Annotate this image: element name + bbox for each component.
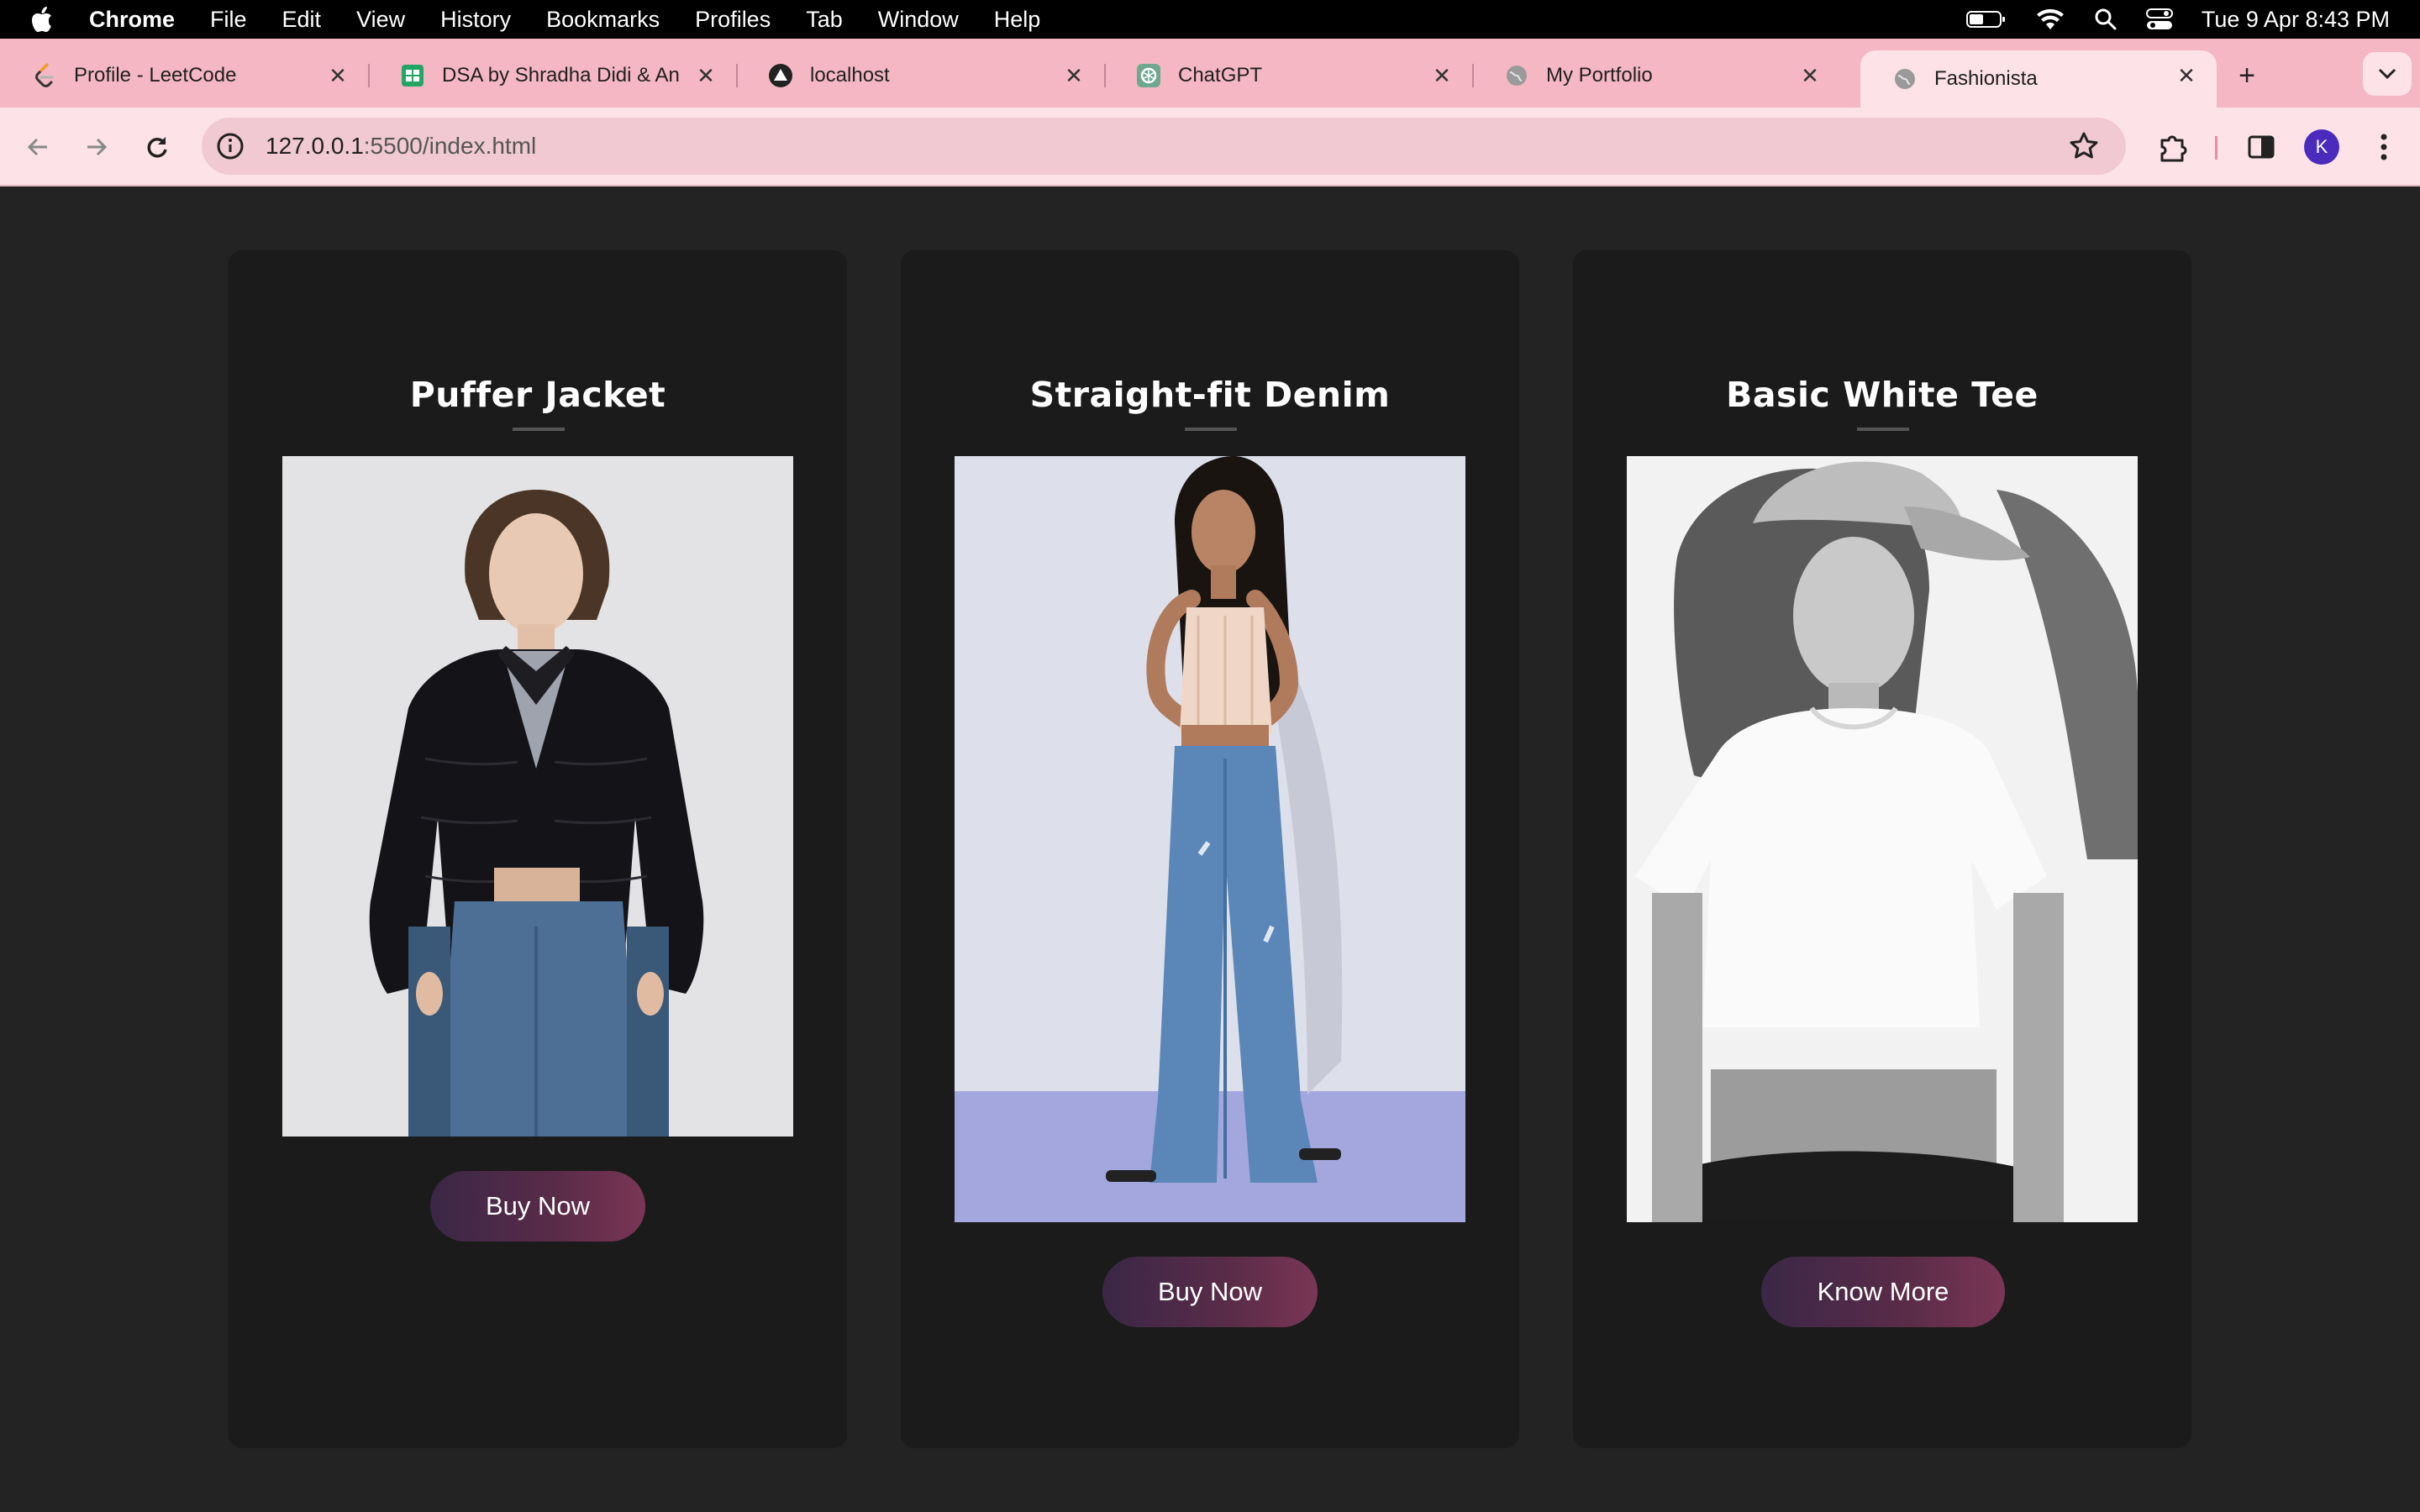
bookmark-star-icon[interactable] [2067, 129, 2101, 163]
close-tab-icon[interactable]: ✕ [1060, 62, 1087, 89]
tab-dsa-sheet[interactable]: DSA by Shradha Didi & An ✕ [368, 50, 738, 101]
menu-bookmarks[interactable]: Bookmarks [546, 7, 660, 33]
wifi-icon[interactable] [2035, 8, 2065, 31]
product-card-straight-fit-denim: Straight-fit Denim Buy Now [901, 250, 1519, 1448]
menu-edit[interactable]: Edit [282, 7, 322, 33]
url-host: 127.0.0.1 [266, 133, 364, 159]
product-image [1627, 456, 2138, 1222]
toolbar-divider [2215, 136, 2217, 160]
buy-now-button[interactable]: Buy Now [1102, 1257, 1318, 1327]
page-content: Puffer Jacket Buy Now Straight-fit Denim… [0, 186, 2420, 1512]
reload-button[interactable] [139, 129, 175, 165]
tab-title: Profile - LeetCode [74, 64, 237, 87]
url-path: :5500/index.html [363, 133, 537, 159]
macos-menu-bar: Chrome File Edit View History Bookmarks … [0, 0, 2420, 39]
menu-window[interactable]: Window [878, 7, 959, 33]
globe-icon [1504, 63, 1529, 88]
new-tab-button[interactable]: + [2230, 59, 2264, 92]
know-more-button[interactable]: Know More [1761, 1257, 2005, 1327]
tab-title: ChatGPT [1178, 64, 1263, 87]
menu-file[interactable]: File [210, 7, 247, 33]
product-card-puffer-jacket: Puffer Jacket Buy Now [229, 250, 847, 1448]
product-card-basic-white-tee: Basic White Tee Know More [1573, 250, 2191, 1448]
menu-clock[interactable]: Tue 9 Apr 8:43 PM [2202, 7, 2390, 33]
tab-localhost[interactable]: localhost ✕ [736, 50, 1106, 101]
back-button[interactable] [20, 129, 55, 165]
close-tab-icon[interactable]: ✕ [1428, 62, 1455, 89]
tab-fashionista[interactable]: Fashionista ✕ [1860, 50, 2217, 108]
tab-chatgpt[interactable]: ChatGPT ✕ [1104, 50, 1474, 101]
globe-icon [1892, 66, 1918, 92]
close-tab-icon[interactable]: ✕ [692, 62, 719, 89]
browser-tab-strip: Profile - LeetCode ✕ DSA by Shradha Didi… [0, 39, 2420, 108]
tab-title: My Portfolio [1546, 64, 1653, 87]
product-image [282, 456, 793, 1137]
more-menu-icon[interactable] [2365, 128, 2403, 166]
product-title: Puffer Jacket [409, 375, 666, 415]
triangle-logo-icon [768, 63, 793, 88]
profile-avatar[interactable]: K [2304, 129, 2339, 165]
apple-icon[interactable] [30, 6, 64, 33]
close-tab-icon[interactable]: ✕ [324, 62, 351, 89]
menu-help[interactable]: Help [994, 7, 1041, 33]
chevron-down-icon [2378, 68, 2396, 80]
chatgpt-icon [1136, 63, 1161, 88]
sheets-icon [400, 63, 425, 88]
tab-my-portfolio[interactable]: My Portfolio ✕ [1472, 50, 1840, 101]
tab-leetcode[interactable]: Profile - LeetCode ✕ [0, 50, 370, 101]
menu-tab[interactable]: Tab [806, 7, 843, 33]
close-tab-icon[interactable]: ✕ [1797, 62, 1823, 89]
menu-view[interactable]: View [356, 7, 405, 33]
product-title: Basic White Tee [1726, 375, 2039, 415]
reload-icon [147, 137, 167, 158]
forward-button[interactable] [79, 129, 114, 165]
control-center-icon[interactable] [2145, 8, 2173, 31]
arrow-right-icon [87, 138, 108, 156]
tab-title: Fashionista [1934, 67, 2038, 90]
url-text[interactable]: 127.0.0.1:5500/index.html [266, 133, 536, 160]
arrow-left-icon [27, 138, 47, 156]
tab-search-button[interactable] [2363, 52, 2412, 96]
extensions-icon[interactable] [2153, 128, 2191, 166]
product-title: Straight-fit Denim [1029, 375, 1391, 415]
site-info-icon[interactable] [213, 129, 247, 163]
address-bar[interactable]: 127.0.0.1:5500/index.html [202, 118, 2126, 175]
browser-toolbar: 127.0.0.1:5500/index.html K [0, 108, 2420, 186]
close-tab-icon[interactable]: ✕ [2173, 62, 2200, 89]
tab-title: DSA by Shradha Didi & An [442, 64, 680, 87]
tab-title: localhost [810, 64, 890, 87]
title-divider [1857, 428, 1909, 431]
product-image [955, 456, 1465, 1222]
buy-now-button[interactable]: Buy Now [430, 1171, 645, 1242]
menu-profiles[interactable]: Profiles [695, 7, 771, 33]
title-divider [1185, 428, 1237, 431]
menu-app-name[interactable]: Chrome [89, 7, 175, 33]
side-panel-icon[interactable] [2242, 128, 2281, 166]
spotlight-search-icon[interactable] [2094, 8, 2118, 31]
leetcode-icon [32, 63, 57, 88]
menu-history[interactable]: History [440, 7, 511, 33]
title-divider [513, 428, 565, 431]
battery-icon[interactable] [1965, 9, 2007, 29]
